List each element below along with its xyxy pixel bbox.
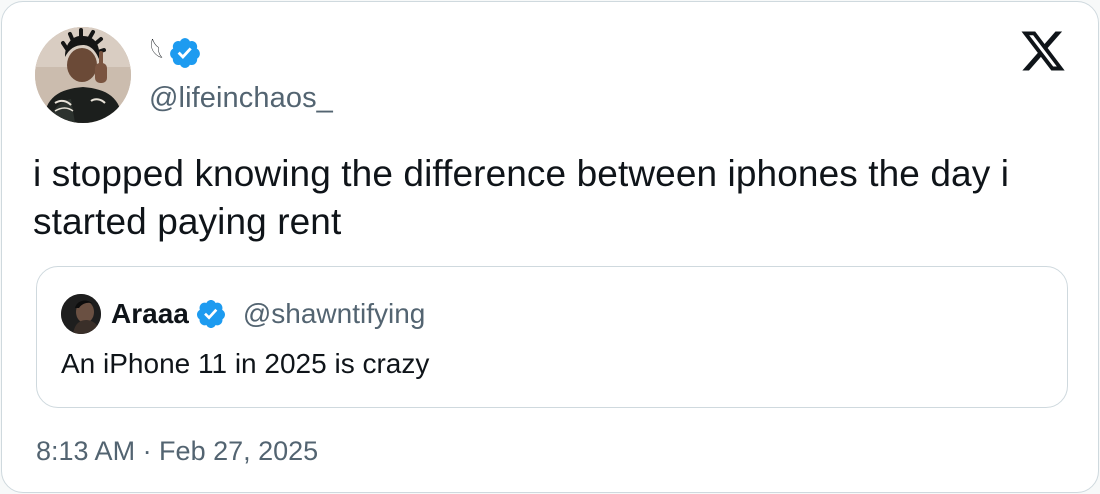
quoted-display-name: Araaa [111,298,189,329]
tweet-timestamp[interactable]: 8:13 AM · Feb 27, 2025 [36,433,318,469]
quoted-verified-badge-icon [196,300,225,328]
author-avatar[interactable] [35,27,131,123]
tweet-card: 𓆩 @lifeinchaos_ i stopped knowing the di… [1,1,1099,493]
quoted-tweet[interactable]: Araaa @shawntifying An iPhone 11 in 2025… [36,266,1068,408]
author-display-name[interactable]: 𓆩 [150,38,164,68]
author-handle[interactable]: @lifeinchaos_ [149,80,333,116]
quoted-author-avatar[interactable] [61,294,101,334]
tweet-text: i stopped knowing the difference between… [33,153,1010,242]
author-name-row: 𓆩 [150,36,202,70]
x-logo-icon[interactable] [1019,31,1067,75]
quoted-handle: @shawntifying [242,298,426,329]
quoted-author-row: Araaa @shawntifying [111,295,425,333]
quoted-avatar-image [61,294,101,334]
quoted-tweet-text: An iPhone 11 in 2025 is crazy [61,348,430,379]
avatar-image [35,27,131,123]
verified-badge-icon [169,38,200,68]
